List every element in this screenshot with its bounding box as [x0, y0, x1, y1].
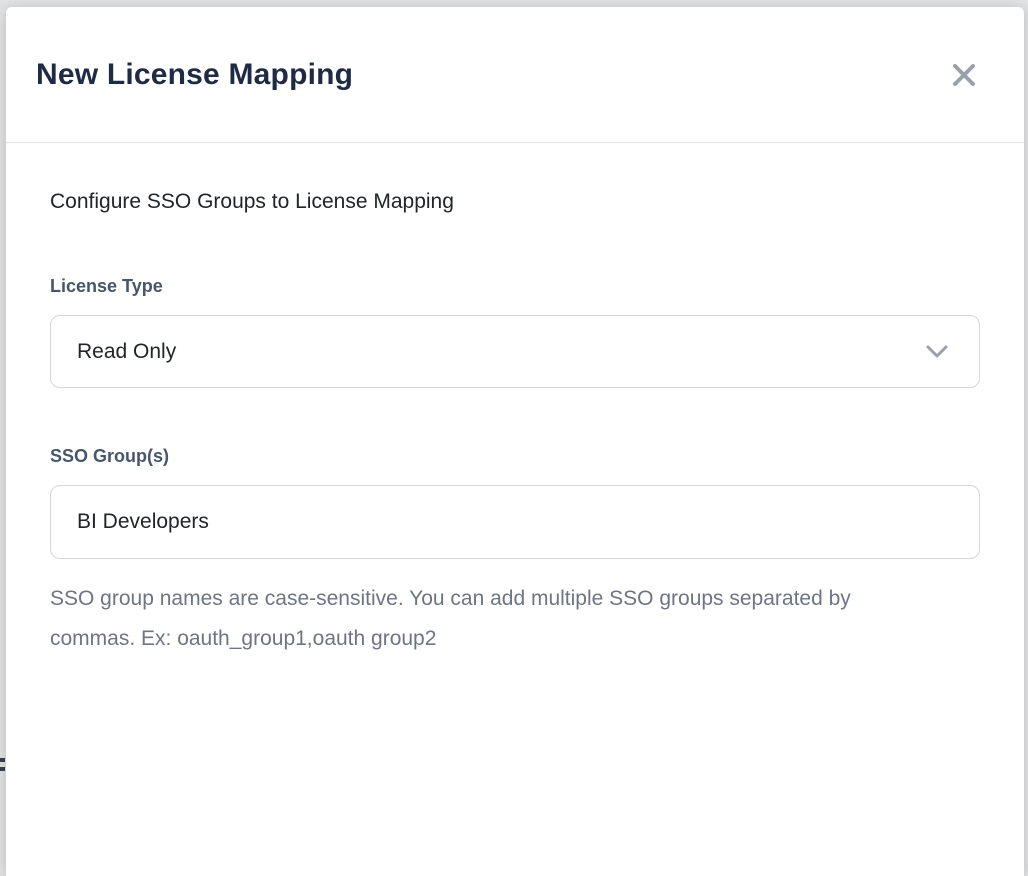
license-type-selected-value: Read Only	[77, 340, 176, 364]
dialog-description: Configure SSO Groups to License Mapping	[50, 190, 980, 214]
license-type-select[interactable]: Read Only	[50, 315, 980, 388]
screen: New License Mapping Configure SSO Groups…	[0, 0, 1028, 876]
license-type-label: License Type	[50, 276, 980, 297]
dialog-header: New License Mapping	[6, 7, 1024, 143]
background-list-icon	[0, 758, 5, 762]
sso-groups-help-text: SSO group names are case-sensitive. You …	[50, 579, 910, 659]
new-license-mapping-dialog: New License Mapping Configure SSO Groups…	[6, 7, 1024, 876]
dialog-body: Configure SSO Groups to License Mapping …	[6, 143, 1024, 659]
sso-groups-input[interactable]	[50, 485, 980, 559]
dialog-title: New License Mapping	[36, 58, 353, 92]
x-close-icon	[950, 77, 978, 92]
background-page-edge	[0, 758, 5, 776]
close-button[interactable]	[946, 57, 982, 93]
chevron-down-icon	[925, 344, 949, 360]
sso-groups-label: SSO Group(s)	[50, 446, 980, 467]
background-list-icon	[0, 767, 5, 771]
